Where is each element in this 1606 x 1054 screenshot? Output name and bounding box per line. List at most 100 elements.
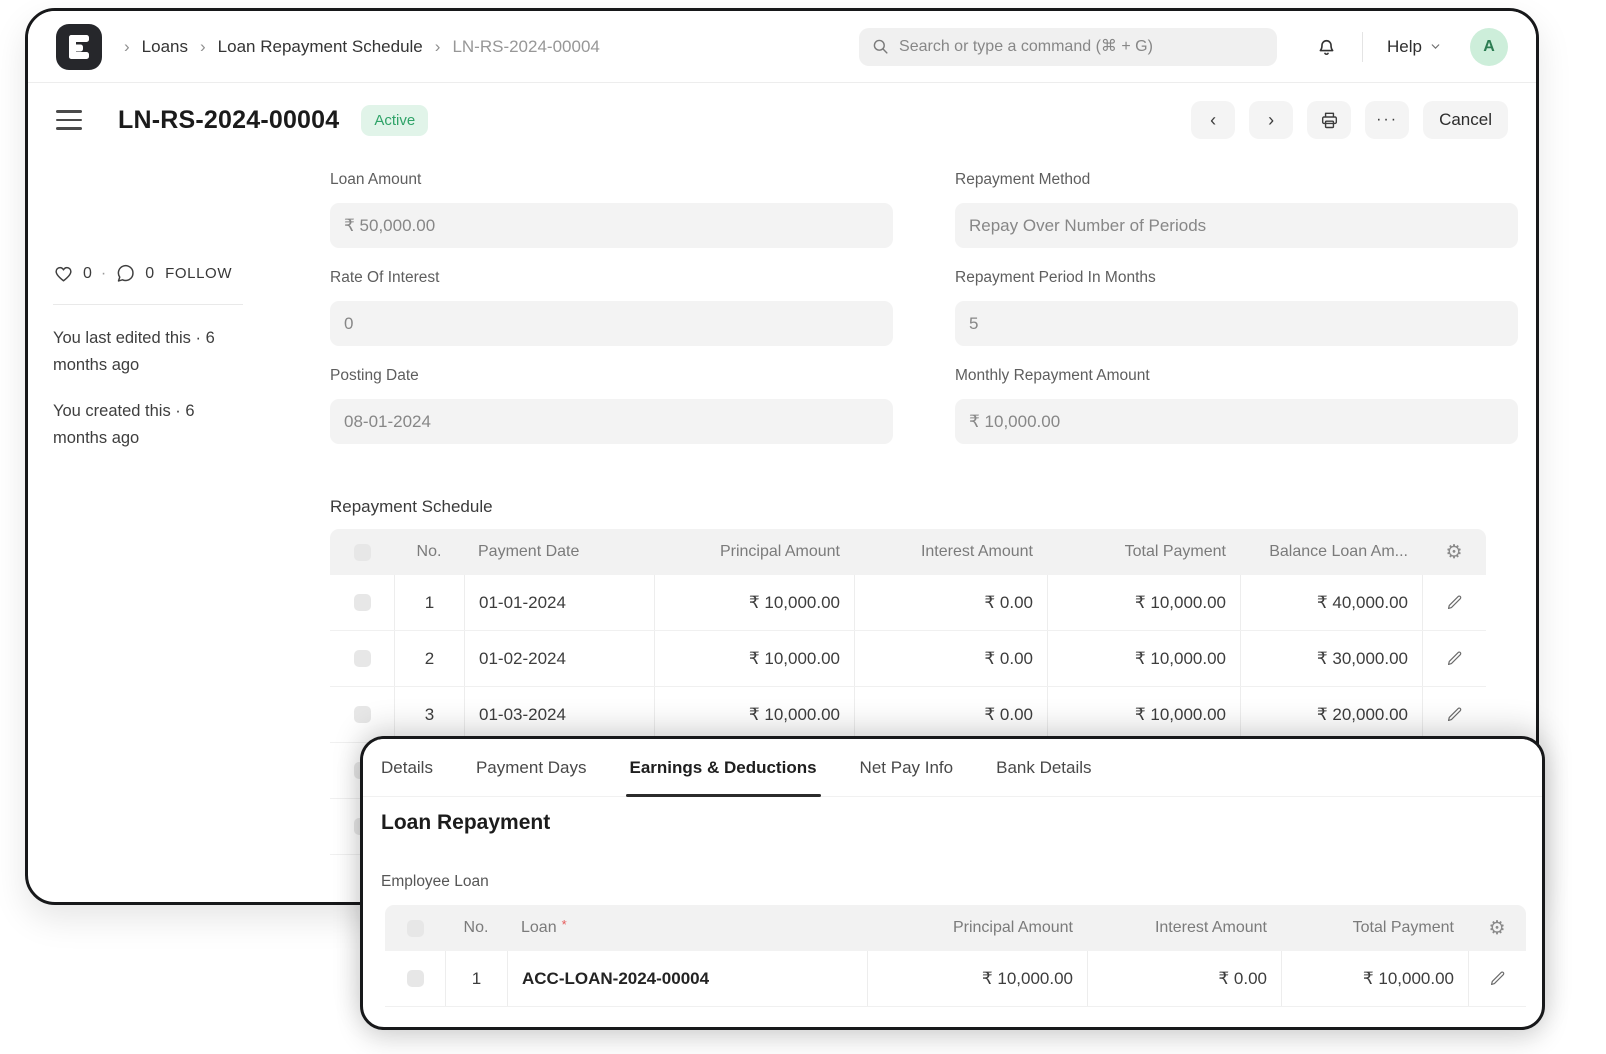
edit-row-icon[interactable] — [1422, 687, 1486, 742]
app-logo-icon[interactable] — [56, 24, 102, 70]
next-record-button[interactable]: › — [1249, 101, 1293, 139]
rate-of-interest-input[interactable]: 0 — [330, 301, 893, 346]
likes-count: 0 — [83, 265, 92, 283]
table-settings-icon[interactable]: ⚙ — [1468, 905, 1526, 951]
payment-date-cell[interactable]: 01-03-2024 — [464, 687, 654, 742]
sidebar-divider — [53, 304, 243, 305]
page-title: LN-RS-2024-00004 — [118, 106, 339, 135]
salary-slip-panel: Details Payment Days Earnings & Deductio… — [360, 736, 1545, 1030]
payment-date-cell[interactable]: 01-02-2024 — [464, 631, 654, 686]
row-checkbox[interactable] — [354, 706, 371, 723]
monthly-repayment-amount-input[interactable]: ₹ 10,000.00 — [955, 399, 1518, 444]
table-row[interactable]: 3 01-03-2024 ₹ 10,000.00 ₹ 0.00 ₹ 10,000… — [330, 687, 1486, 743]
table-settings-icon[interactable]: ⚙ — [1422, 529, 1486, 575]
field-label: Repayment Method — [955, 171, 1518, 193]
form-column-right: Repayment Method Repay Over Number of Pe… — [955, 171, 1518, 465]
more-options-button[interactable]: ··· — [1365, 101, 1409, 139]
notifications-button[interactable] — [1315, 35, 1338, 58]
select-all-checkbox[interactable] — [407, 920, 424, 937]
required-marker: * — [562, 917, 567, 932]
loan-link[interactable]: ACC-LOAN-2024-00004 — [507, 951, 867, 1006]
balance-cell[interactable]: ₹ 20,000.00 — [1240, 687, 1422, 742]
select-all-checkbox[interactable] — [354, 544, 371, 561]
cancel-button[interactable]: Cancel — [1423, 101, 1508, 139]
created-note: You created this · 6 months ago — [53, 398, 249, 451]
principal-cell[interactable]: ₹ 10,000.00 — [867, 951, 1087, 1006]
posting-date-input[interactable]: 08-01-2024 — [330, 399, 893, 444]
field-repayment-period: Repayment Period In Months 5 — [955, 269, 1518, 346]
edit-row-icon[interactable] — [1422, 631, 1486, 686]
repayment-method-input[interactable]: Repay Over Number of Periods — [955, 203, 1518, 248]
status-badge: Active — [361, 105, 428, 136]
print-button[interactable] — [1307, 101, 1351, 139]
interest-cell[interactable]: ₹ 0.00 — [854, 631, 1047, 686]
breadcrumb-separator: › — [200, 37, 206, 57]
row-checkbox[interactable] — [407, 970, 424, 987]
tab-earnings-deductions[interactable]: Earnings & Deductions — [630, 739, 817, 796]
page-header: LN-RS-2024-00004 Active ‹ › ··· Cancel — [56, 97, 1508, 143]
row-no: 3 — [394, 687, 464, 742]
principal-cell[interactable]: ₹ 10,000.00 — [654, 575, 854, 630]
table-row[interactable]: 1 01-01-2024 ₹ 10,000.00 ₹ 0.00 ₹ 10,000… — [330, 575, 1486, 631]
edit-row-icon[interactable] — [1468, 951, 1526, 1006]
heart-icon[interactable] — [53, 263, 74, 284]
column-no: No. — [445, 905, 507, 951]
table-row[interactable]: 1 ACC-LOAN-2024-00004 ₹ 10,000.00 ₹ 0.00… — [385, 951, 1526, 1007]
table-header-row: No. Loan * Principal Amount Interest Amo… — [385, 905, 1526, 951]
field-loan-amount: Loan Amount ₹ 50,000.00 — [330, 171, 893, 248]
principal-cell[interactable]: ₹ 10,000.00 — [654, 687, 854, 742]
tab-net-pay-info[interactable]: Net Pay Info — [860, 739, 954, 796]
field-posting-date: Posting Date 08-01-2024 — [330, 367, 893, 444]
total-cell[interactable]: ₹ 10,000.00 — [1047, 575, 1240, 630]
comments-count: 0 — [145, 265, 154, 283]
tab-payment-days[interactable]: Payment Days — [476, 739, 587, 796]
employee-loan-label: Employee Loan — [381, 873, 489, 891]
column-principal-amount: Principal Amount — [654, 529, 854, 575]
loan-amount-input[interactable]: ₹ 50,000.00 — [330, 203, 893, 248]
help-menu[interactable]: Help — [1387, 37, 1442, 57]
menu-icon[interactable] — [56, 110, 86, 130]
principal-cell[interactable]: ₹ 10,000.00 — [654, 631, 854, 686]
field-label: Monthly Repayment Amount — [955, 367, 1518, 389]
repayment-schedule-label: Repayment Schedule — [330, 497, 493, 517]
balance-cell[interactable]: ₹ 30,000.00 — [1240, 631, 1422, 686]
column-interest-amount: Interest Amount — [854, 529, 1047, 575]
global-search[interactable] — [859, 28, 1277, 66]
loan-repayment-heading: Loan Repayment — [381, 811, 550, 835]
search-input[interactable] — [899, 38, 1265, 56]
top-navbar: › Loans › Loan Repayment Schedule › LN-R… — [28, 11, 1536, 83]
employee-loan-table: No. Loan * Principal Amount Interest Amo… — [385, 905, 1526, 1007]
tab-details[interactable]: Details — [381, 739, 433, 796]
breadcrumb-item-loan-repayment-schedule[interactable]: Loan Repayment Schedule — [218, 37, 423, 57]
avatar[interactable]: A — [1470, 28, 1508, 66]
interest-cell[interactable]: ₹ 0.00 — [854, 687, 1047, 742]
total-cell[interactable]: ₹ 10,000.00 — [1047, 631, 1240, 686]
prev-record-button[interactable]: ‹ — [1191, 101, 1235, 139]
total-cell[interactable]: ₹ 10,000.00 — [1281, 951, 1468, 1006]
total-cell[interactable]: ₹ 10,000.00 — [1047, 687, 1240, 742]
edit-row-icon[interactable] — [1422, 575, 1486, 630]
column-payment-date: Payment Date — [464, 529, 654, 575]
tab-bar: Details Payment Days Earnings & Deductio… — [363, 739, 1542, 797]
row-checkbox[interactable] — [354, 594, 371, 611]
chevron-down-icon — [1429, 40, 1442, 53]
likes-row: 0 · 0 FOLLOW — [53, 263, 265, 284]
field-label: Repayment Period In Months — [955, 269, 1518, 291]
column-principal-amount: Principal Amount — [867, 905, 1087, 951]
field-label: Posting Date — [330, 367, 893, 389]
repayment-period-input[interactable]: 5 — [955, 301, 1518, 346]
table-row[interactable]: 2 01-02-2024 ₹ 10,000.00 ₹ 0.00 ₹ 10,000… — [330, 631, 1486, 687]
interest-cell[interactable]: ₹ 0.00 — [1087, 951, 1281, 1006]
interest-cell[interactable]: ₹ 0.00 — [854, 575, 1047, 630]
breadcrumb-item-loans[interactable]: Loans — [142, 37, 188, 57]
field-repayment-method: Repayment Method Repay Over Number of Pe… — [955, 171, 1518, 248]
balance-cell[interactable]: ₹ 40,000.00 — [1240, 575, 1422, 630]
search-icon — [871, 37, 890, 56]
payment-date-cell[interactable]: 01-01-2024 — [464, 575, 654, 630]
row-checkbox[interactable] — [354, 650, 371, 667]
tab-bank-details[interactable]: Bank Details — [996, 739, 1091, 796]
column-loan-label: Loan — [521, 919, 557, 937]
form-column-left: Loan Amount ₹ 50,000.00 Rate Of Interest… — [330, 171, 893, 465]
comment-icon[interactable] — [115, 263, 136, 284]
follow-button[interactable]: FOLLOW — [165, 265, 232, 282]
